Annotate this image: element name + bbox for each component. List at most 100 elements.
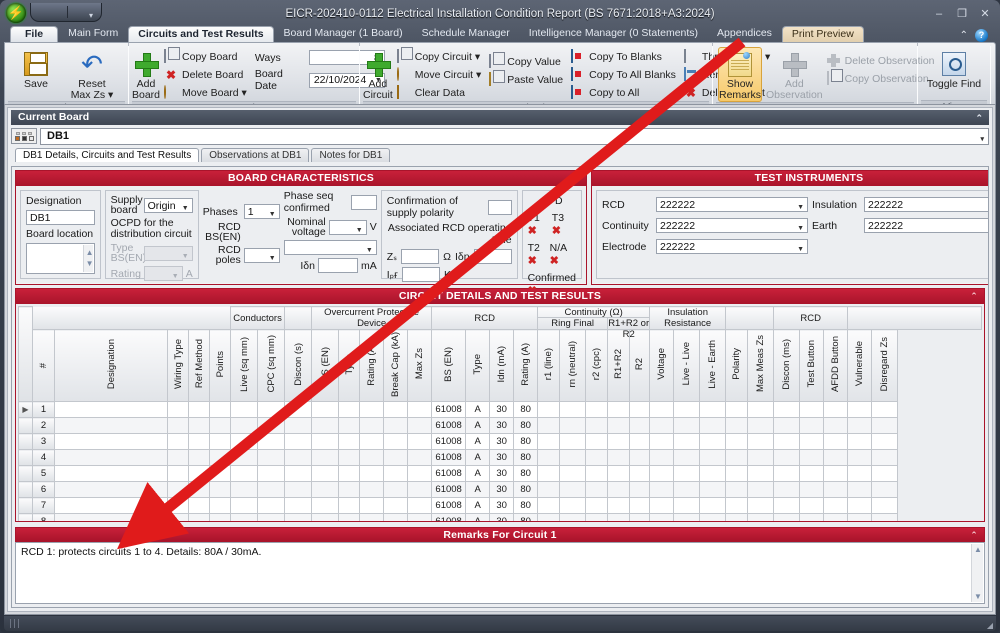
cell-ocpd-bsen[interactable] [312, 466, 339, 482]
cell-r1[interactable] [538, 498, 560, 514]
cell-ref-method[interactable] [189, 450, 210, 466]
row-selector[interactable] [19, 482, 33, 498]
cell-ocpd-type[interactable] [339, 402, 360, 418]
cell-rcd-discon[interactable] [774, 450, 800, 466]
cell-r1[interactable] [538, 514, 560, 522]
cell-live-live[interactable] [674, 482, 700, 498]
cell-rcd-bsen[interactable]: 61008 [432, 514, 466, 522]
remarks-scrollbar[interactable]: ▲ ▼ [971, 544, 983, 602]
cell-points[interactable] [210, 418, 231, 434]
cell-rcd-idn[interactable]: 30 [490, 514, 514, 522]
chevron-down-icon[interactable]: ▾ [89, 6, 93, 26]
cell-test-button[interactable] [800, 482, 824, 498]
cell-max-meas-zs[interactable] [748, 418, 774, 434]
cell-cpc[interactable] [258, 418, 285, 434]
table-row[interactable]: 761008A3080 [19, 498, 982, 514]
collapse-icon[interactable]: ⌃ [572, 171, 580, 186]
row-selector[interactable] [19, 498, 33, 514]
cell-voltage[interactable] [650, 418, 674, 434]
cell-points[interactable] [210, 482, 231, 498]
cell-designation[interactable] [55, 514, 168, 522]
cell-test-button[interactable] [800, 514, 824, 522]
cell-r2b[interactable] [630, 482, 650, 498]
nominal-voltage-combo[interactable]: ▼ [329, 220, 367, 235]
cell-voltage[interactable] [650, 482, 674, 498]
cell-r1r2[interactable] [608, 482, 630, 498]
cell-discon-s[interactable] [285, 402, 312, 418]
cell-designation[interactable] [55, 466, 168, 482]
phase-seq-input[interactable] [351, 195, 377, 210]
cell-rn[interactable] [560, 498, 586, 514]
move-board-button[interactable]: Move Board ▾ [160, 84, 251, 101]
cell-rcd-discon[interactable] [774, 498, 800, 514]
tab-circuits-test-results[interactable]: Circuits and Test Results [128, 26, 273, 42]
cell-points[interactable] [210, 402, 231, 418]
cell-polarity[interactable] [726, 434, 748, 450]
cell-wiring-type[interactable] [168, 450, 189, 466]
cell-points[interactable] [210, 514, 231, 522]
cell-r1[interactable] [538, 482, 560, 498]
cell-ocpd-type[interactable] [339, 482, 360, 498]
cell-wiring-type[interactable] [168, 514, 189, 522]
collapse-icon[interactable]: ⌃ [970, 528, 978, 543]
add-board-button[interactable]: Add Board [132, 46, 160, 101]
cell-break-cap[interactable] [384, 514, 408, 522]
cell-rcd-rating[interactable]: 80 [514, 466, 538, 482]
cell-max-meas-zs[interactable] [748, 482, 774, 498]
cell-rcd-idn[interactable]: 30 [490, 498, 514, 514]
cell-live[interactable] [231, 482, 258, 498]
cell-r1r2[interactable] [608, 498, 630, 514]
cell-r2[interactable] [586, 418, 608, 434]
cell-ocpd-rating[interactable] [360, 482, 384, 498]
cell-afdd-button[interactable] [824, 514, 848, 522]
cell-afdd-button[interactable] [824, 482, 848, 498]
cell-ocpd-bsen[interactable] [312, 418, 339, 434]
cell-r2[interactable] [586, 402, 608, 418]
zs-input[interactable] [401, 249, 439, 264]
cell-discon-s[interactable] [285, 434, 312, 450]
tab-board-manager[interactable]: Board Manager (1 Board) [275, 26, 412, 42]
cell-break-cap[interactable] [384, 402, 408, 418]
cell-rcd-idn[interactable]: 30 [490, 402, 514, 418]
cell-rcd-bsen[interactable]: 61008 [432, 482, 466, 498]
cell-max-zs[interactable] [408, 498, 432, 514]
cell-rcd-type[interactable]: A [466, 402, 490, 418]
cell-points[interactable] [210, 434, 231, 450]
cell-test-button[interactable] [800, 450, 824, 466]
cell-designation[interactable] [55, 450, 168, 466]
maximize-button[interactable]: ❐ [955, 4, 969, 24]
phases-combo[interactable]: 1 ▼ [244, 204, 280, 219]
cell-voltage[interactable] [650, 514, 674, 522]
tab-schedule-manager[interactable]: Schedule Manager [413, 26, 519, 42]
cell-ref-method[interactable] [189, 418, 210, 434]
cell-ocpd-bsen[interactable] [312, 402, 339, 418]
cell-live-live[interactable] [674, 402, 700, 418]
cell-r2b[interactable] [630, 402, 650, 418]
cell-polarity[interactable] [726, 466, 748, 482]
cell-designation[interactable] [55, 498, 168, 514]
cell-r2[interactable] [586, 434, 608, 450]
row-selector[interactable] [19, 466, 33, 482]
cell-live-live[interactable] [674, 498, 700, 514]
cell-rn[interactable] [560, 418, 586, 434]
cell-live-earth[interactable] [700, 514, 726, 522]
cell-r1[interactable] [538, 450, 560, 466]
copy-to-blanks-button[interactable]: Copy To Blanks [567, 48, 680, 65]
cell-break-cap[interactable] [384, 482, 408, 498]
cell-disregard-zs[interactable] [872, 434, 898, 450]
cell-live-earth[interactable] [700, 498, 726, 514]
cell-cpc[interactable] [258, 402, 285, 418]
spd-t2[interactable]: T2 ✖ [528, 242, 550, 267]
table-row[interactable]: 861008A3080 [19, 514, 982, 522]
supply-board-combo[interactable]: Origin ▼ [144, 198, 193, 213]
board-location-scrollbar[interactable]: ▲ ▼ [83, 245, 93, 272]
move-circuit-button[interactable]: Move Circuit ▾ [393, 66, 486, 83]
cell-max-meas-zs[interactable] [748, 434, 774, 450]
cell-rcd-discon[interactable] [774, 434, 800, 450]
cell-rcd-type[interactable]: A [466, 498, 490, 514]
board-location-input[interactable]: ▲ ▼ [26, 243, 95, 274]
cell-voltage[interactable] [650, 498, 674, 514]
cell-live-live[interactable] [674, 450, 700, 466]
cell-afdd-button[interactable] [824, 450, 848, 466]
cell-polarity[interactable] [726, 482, 748, 498]
